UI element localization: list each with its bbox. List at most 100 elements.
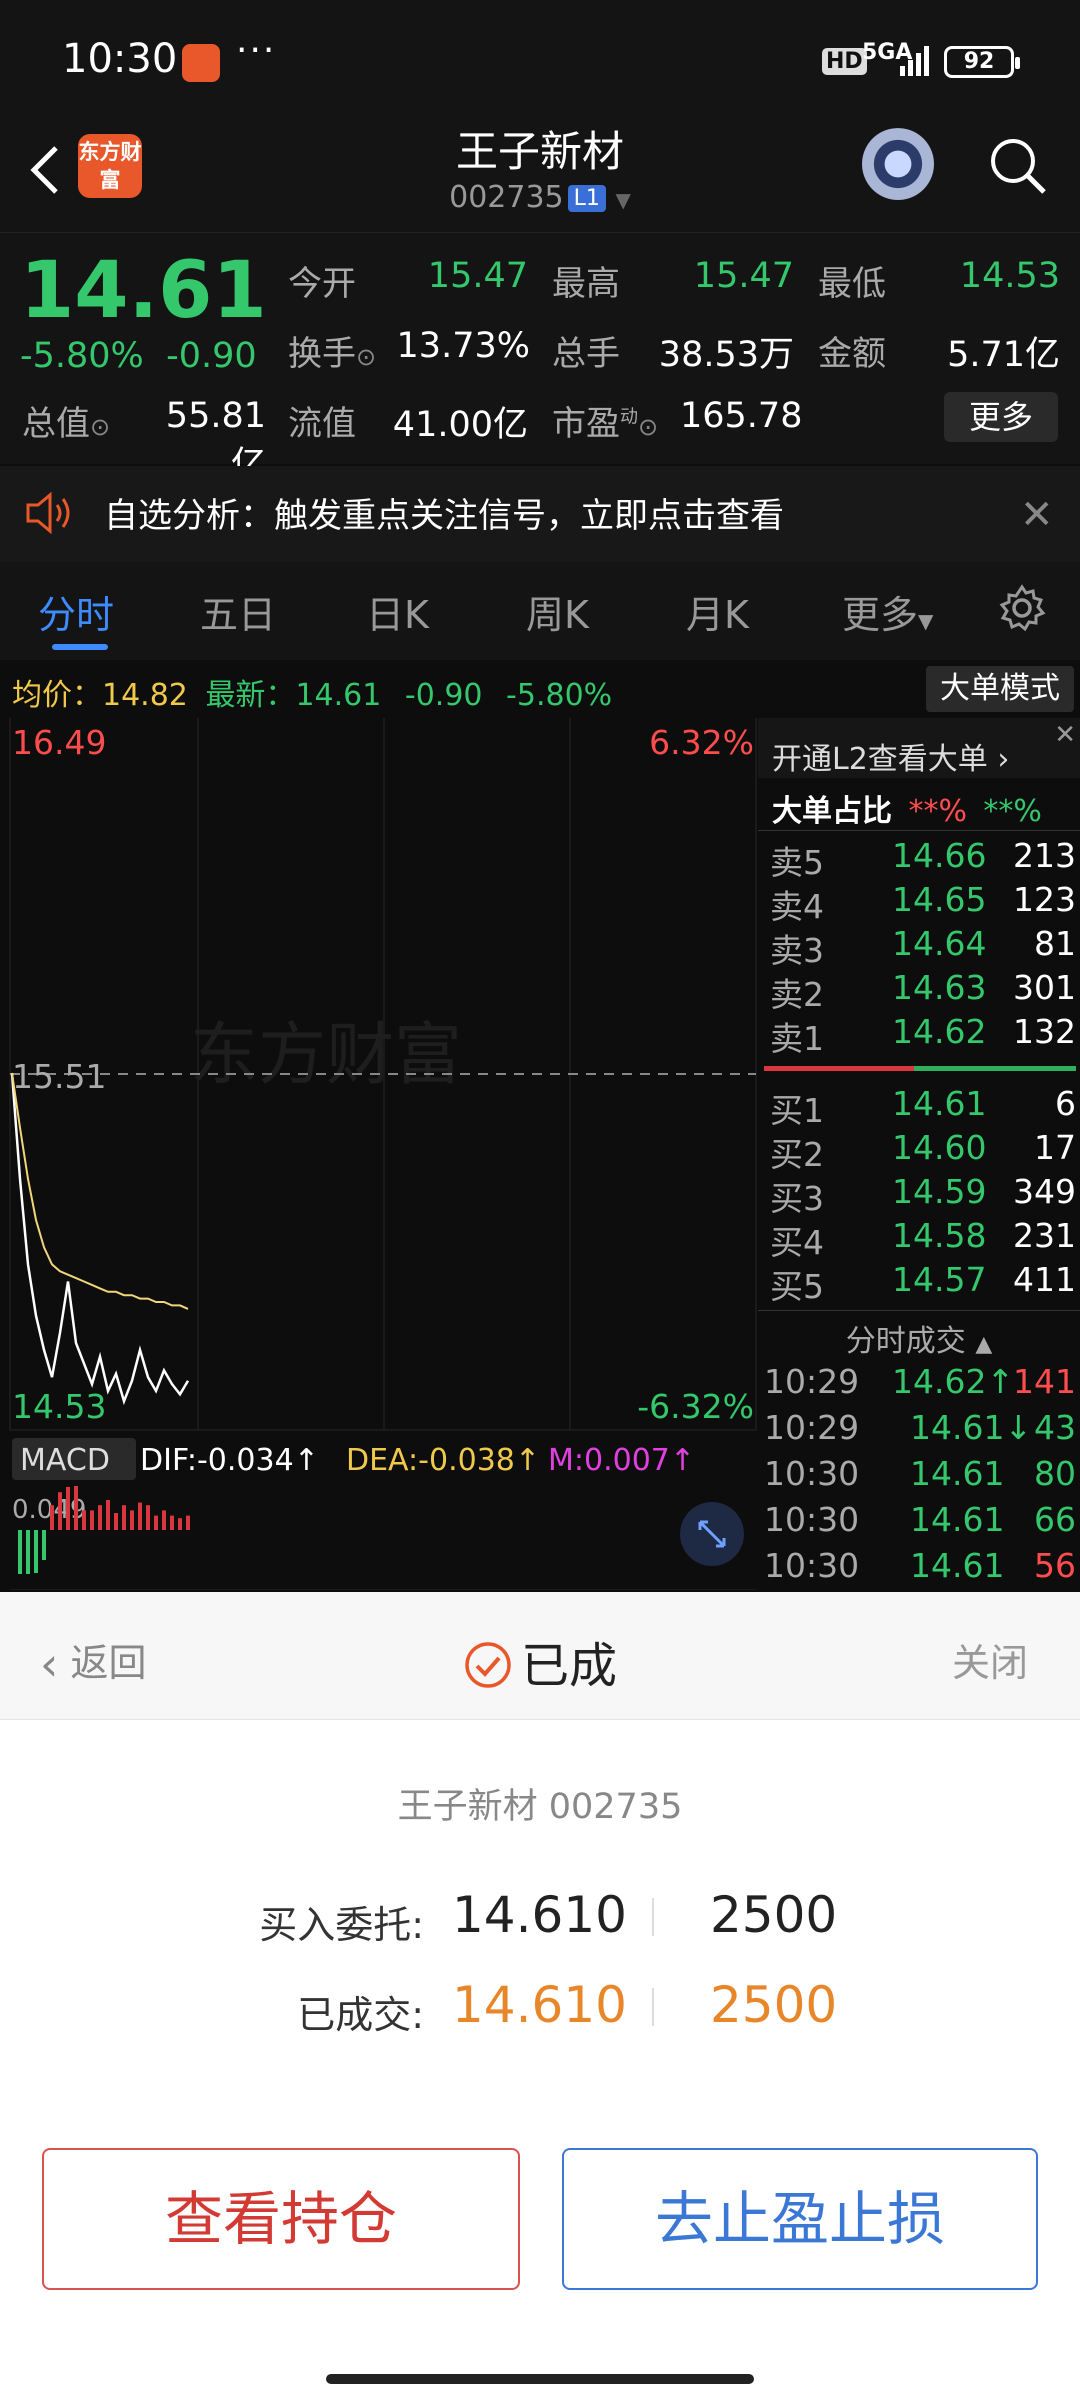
- macd-bar: [186, 1515, 190, 1530]
- filled-price: 14.610: [452, 1976, 627, 2034]
- macd-bar: [98, 1505, 102, 1530]
- turnover-value: 13.73%: [396, 326, 530, 366]
- change-pct: -5.80%: [20, 336, 144, 376]
- ask-row[interactable]: 卖3 14.64 81: [762, 924, 1078, 970]
- search-icon[interactable]: [986, 134, 1050, 198]
- y-min-pct-label: -6.32%: [637, 1387, 754, 1426]
- ask-row[interactable]: 卖1 14.62 132: [762, 1012, 1078, 1058]
- volume-value: 38.53万: [658, 335, 794, 375]
- mktcap-label: 总值⊙: [22, 404, 111, 444]
- quote-more-button[interactable]: 更多: [944, 392, 1058, 442]
- tab-indicator: [52, 644, 108, 650]
- ask-row[interactable]: 卖4 14.65 123: [762, 880, 1078, 926]
- macd-bar: [18, 1530, 22, 1574]
- status-time: 10:30: [62, 36, 178, 82]
- macd-bar: [26, 1530, 30, 1574]
- order-price: 14.610: [452, 1886, 627, 1944]
- macd-bar: [106, 1500, 110, 1530]
- order-stock-line: 王子新材 002735: [397, 1787, 683, 1827]
- tab-intraday[interactable]: 分时: [38, 584, 114, 639]
- macd-bar: [122, 1505, 126, 1530]
- stock-code: 002735: [449, 180, 564, 215]
- macd-bar: [34, 1530, 38, 1573]
- bid-row[interactable]: 买4 14.58 231: [762, 1216, 1078, 1262]
- low-value: 14.53: [959, 256, 1060, 296]
- more-notifications-icon: ···: [236, 30, 277, 71]
- sheet-title: 已成: [0, 1626, 1080, 1696]
- sheet-close-button[interactable]: 关闭: [952, 1632, 1028, 1687]
- intraday-chart[interactable]: 东方财富 16.49 6.32% 15.51 14.53 -6.32% MACD…: [0, 718, 760, 1590]
- hd-badge: HD: [822, 48, 867, 75]
- gear-icon[interactable]: [998, 584, 1046, 632]
- ask-row[interactable]: 卖5 14.66 213: [762, 836, 1078, 882]
- amount-value: 5.71亿: [947, 335, 1060, 375]
- macd-bar: [50, 1505, 54, 1530]
- macd-bar: [154, 1515, 158, 1530]
- open-value: 15.47: [427, 256, 528, 296]
- close-icon[interactable]: ✕: [1054, 720, 1076, 750]
- tab-weekly-k[interactable]: 周K: [526, 584, 589, 639]
- close-icon[interactable]: ✕: [1020, 492, 1054, 538]
- order-qty: 2500: [710, 1886, 838, 1944]
- y-min-label: 14.53: [12, 1387, 106, 1426]
- tab-more[interactable]: 更多▼: [842, 584, 933, 639]
- macd-bar: [58, 1492, 62, 1530]
- float-label: 流值: [288, 404, 356, 444]
- chevron-down-icon: ▼: [615, 188, 631, 212]
- y-max-pct-label: 6.32%: [649, 723, 754, 762]
- divider: [652, 1988, 654, 2026]
- macd-bar: [82, 1510, 86, 1530]
- pe-value: 165.78: [680, 396, 803, 436]
- trade-row: 10:29 14.61↓ 43: [764, 1408, 1076, 1447]
- float-value: 41.00亿: [392, 405, 528, 445]
- bid-row[interactable]: 买5 14.57 411: [762, 1260, 1078, 1306]
- ratio-bar-red: [764, 1066, 914, 1071]
- bid-row[interactable]: 买3 14.59 349: [762, 1172, 1078, 1218]
- turnover-label: 换手⊙: [288, 334, 377, 374]
- tab-daily-k[interactable]: 日K: [366, 584, 429, 639]
- macd-dif: DIF:-0.034↑: [140, 1443, 319, 1478]
- signal-icon: [900, 44, 930, 76]
- macd-bar: [130, 1510, 134, 1530]
- view-position-button[interactable]: 查看持仓: [42, 2148, 520, 2290]
- last-price: 14.61: [20, 246, 267, 336]
- bid-row[interactable]: 买2 14.60 17: [762, 1128, 1078, 1174]
- tab-five-day[interactable]: 五日: [200, 584, 276, 639]
- macd-bar: [42, 1530, 46, 1560]
- trade-row: 10:30 14.61 66: [764, 1500, 1076, 1539]
- high-label: 最高: [552, 264, 620, 304]
- order-book-panel: 开通L2查看大单 › ✕ 大单占比 **% **% 卖5 14.66 213 卖4 1…: [758, 718, 1080, 1590]
- trade-row: 10:29 14.62↑ 141: [764, 1362, 1076, 1401]
- chevron-up-icon: ▲: [975, 1332, 993, 1357]
- level-badge: L1: [567, 185, 606, 212]
- macd-bar: [114, 1513, 118, 1530]
- macd-m: M:0.007↑: [548, 1443, 695, 1478]
- robot-assistant-icon[interactable]: [858, 128, 938, 208]
- order-label: 买入委托:: [259, 1903, 424, 1947]
- home-indicator[interactable]: [326, 2374, 754, 2384]
- macd-bar: [138, 1502, 142, 1530]
- macd-bar: [146, 1505, 150, 1530]
- notice-text[interactable]: 自选分析：触发重点关注信号，立即点击查看: [104, 488, 784, 537]
- check-circle-icon: [465, 1642, 511, 1688]
- trade-row: 10:30 14.61 56: [764, 1546, 1076, 1585]
- filled-qty: 2500: [710, 1976, 838, 2034]
- bid-row[interactable]: 买1 14.61 6: [762, 1084, 1078, 1130]
- l2-link[interactable]: 开通L2查看大单 ›: [772, 734, 1009, 778]
- pe-label: 市盈动⊙: [552, 404, 659, 444]
- stop-profit-loss-button[interactable]: 去止盈止损: [562, 2148, 1038, 2290]
- high-value: 15.47: [693, 256, 794, 296]
- tab-monthly-k[interactable]: 月K: [686, 584, 749, 639]
- amount-label: 金额: [818, 334, 886, 374]
- macd-bar: [74, 1486, 78, 1530]
- trade-row: 10:30 14.61 80: [764, 1454, 1076, 1493]
- macd-bar: [66, 1487, 70, 1530]
- y-max-label: 16.49: [12, 723, 106, 762]
- macd-bar: [178, 1518, 182, 1530]
- open-label: 今开: [288, 264, 356, 304]
- big-order-mode-button[interactable]: 大单模式: [926, 666, 1074, 712]
- trades-header[interactable]: 分时成交 ▲: [758, 1316, 1080, 1360]
- avg-price-info: 均价：14.82 最新：14.61 -0.90 -5.80%: [12, 678, 613, 713]
- ask-row[interactable]: 卖2 14.63 301: [762, 968, 1078, 1014]
- macd-bar: [170, 1515, 174, 1530]
